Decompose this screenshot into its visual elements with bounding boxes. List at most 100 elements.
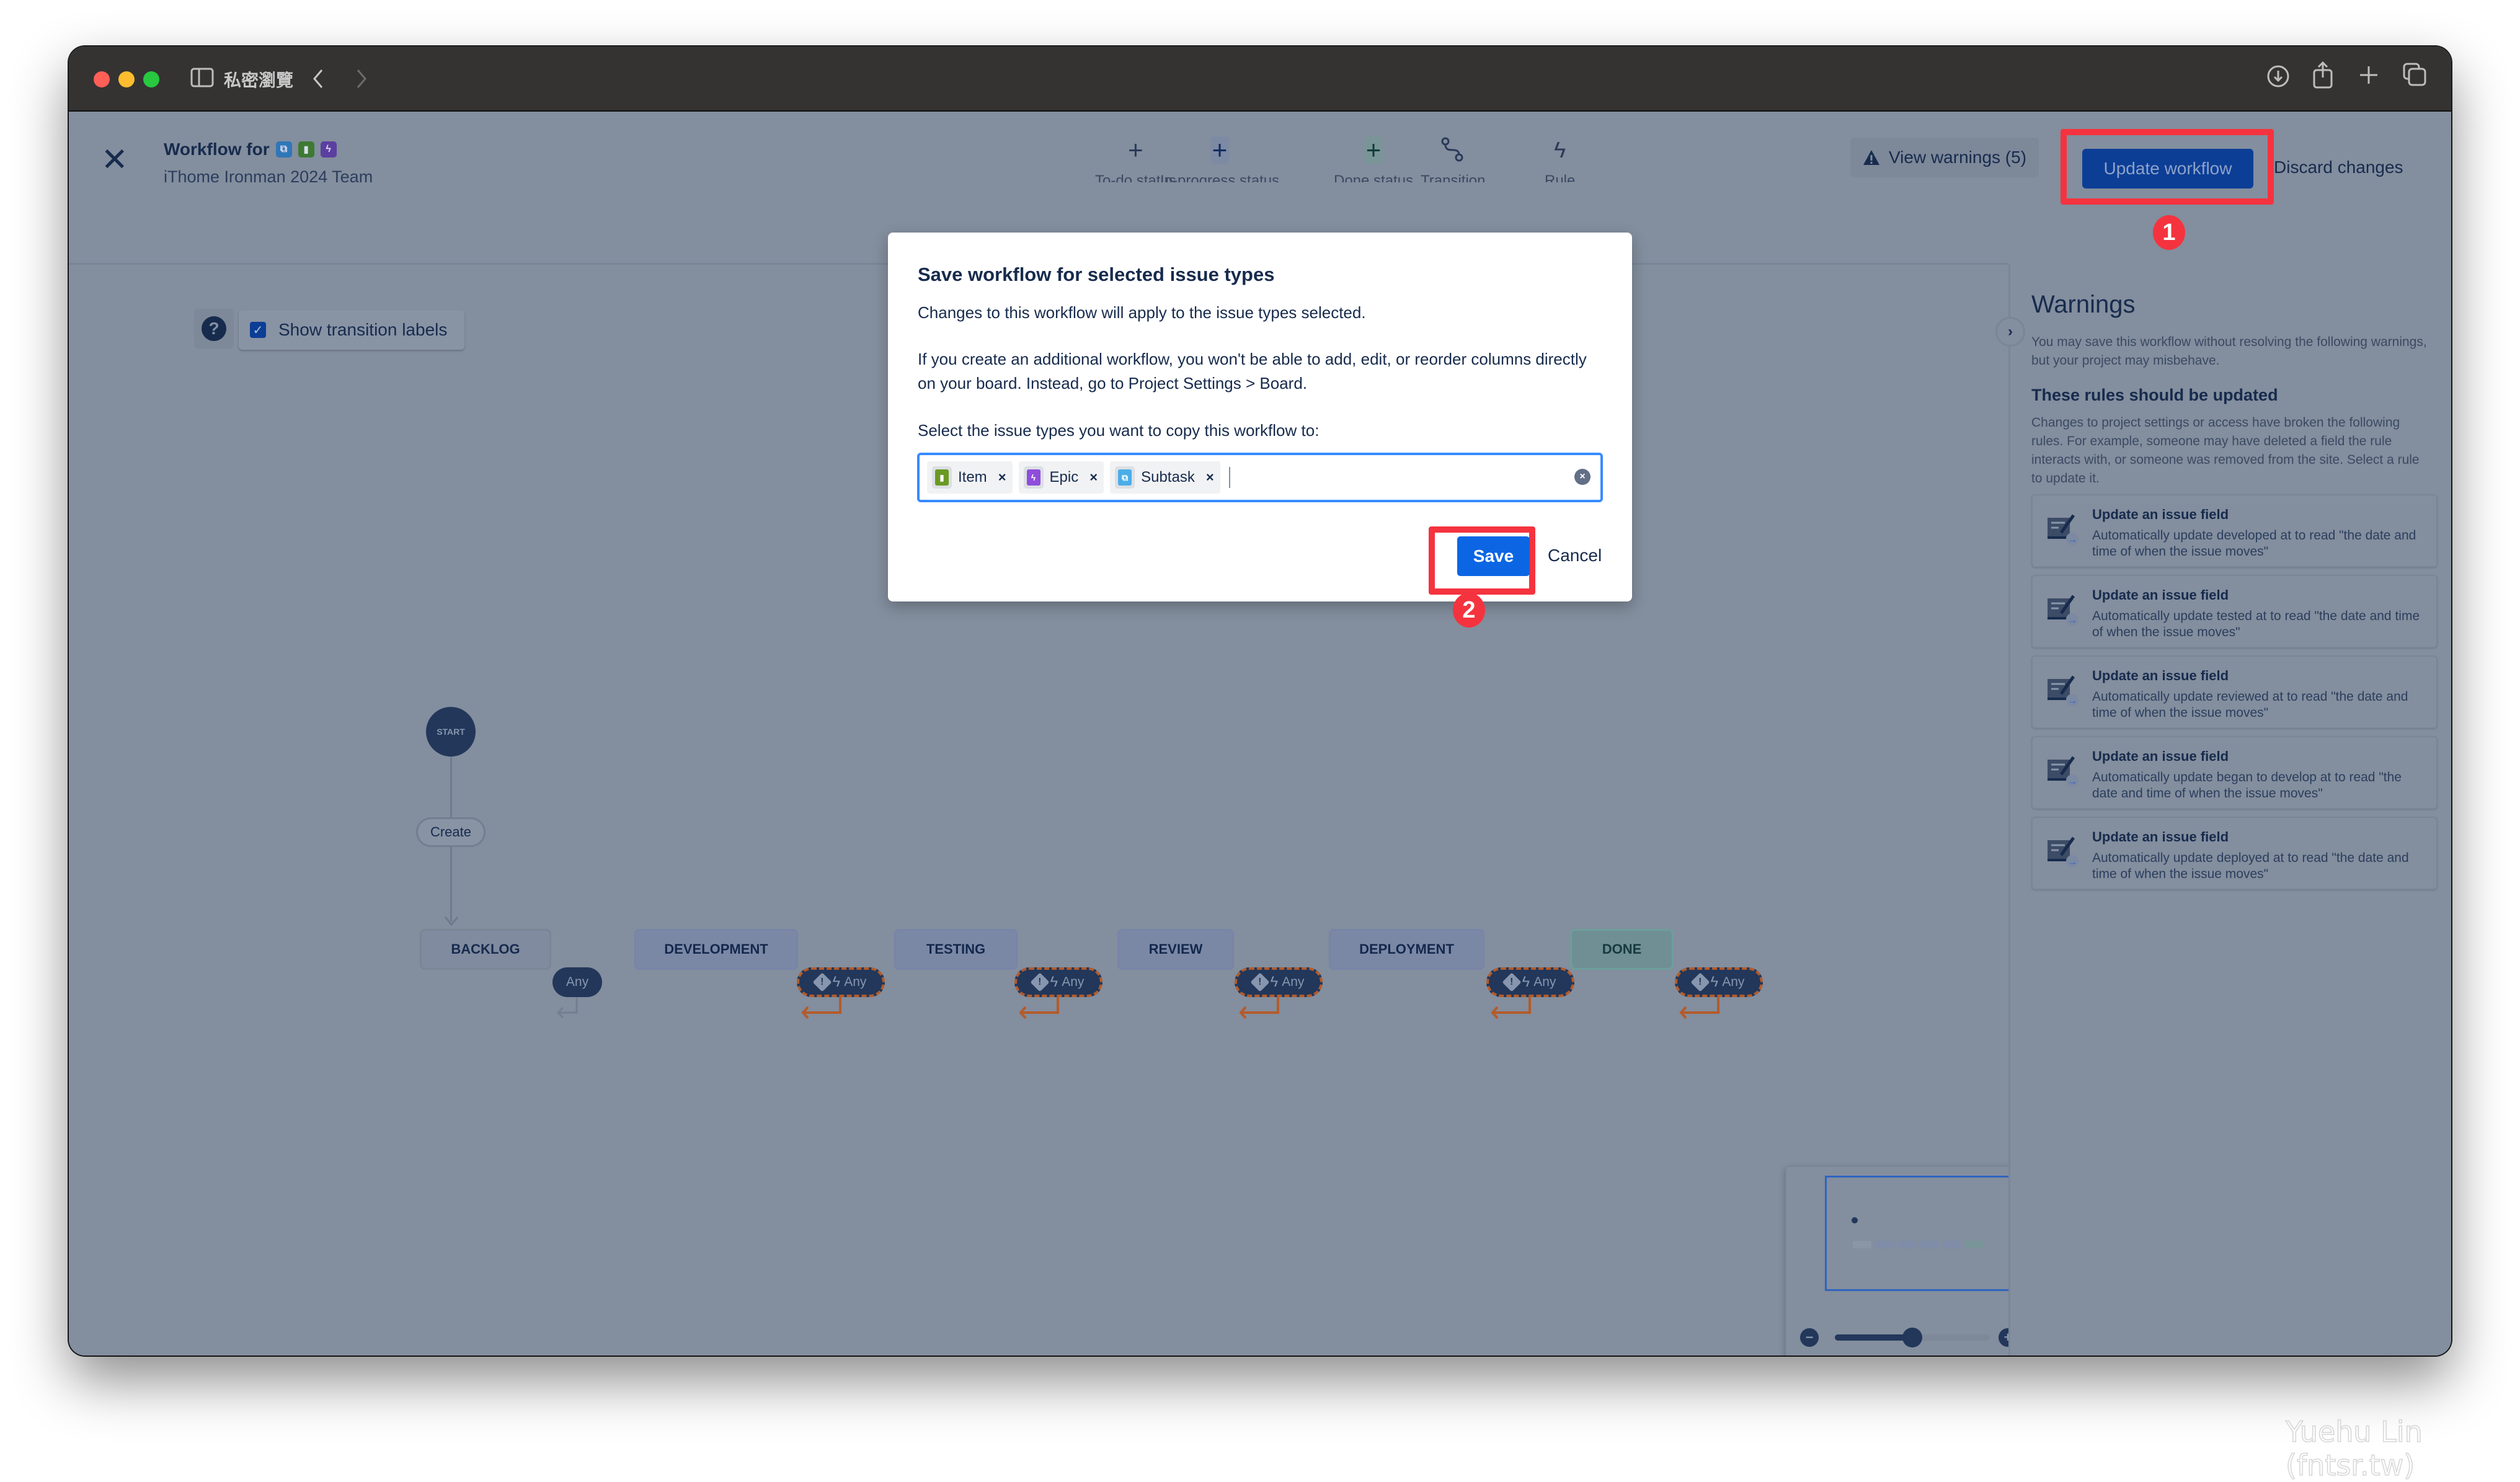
status-deployment[interactable]: DEPLOYMENT — [1329, 929, 1484, 970]
toolbar-label: Transition — [1421, 172, 1486, 182]
bolt-icon: ϟ — [1554, 137, 1566, 162]
create-transition[interactable]: Create — [416, 817, 486, 847]
browser-titlebar: 私密瀏覽 — [69, 47, 2451, 112]
annotation-step-2: 2 — [1453, 593, 1485, 628]
tag-label: Subtask — [1141, 469, 1195, 486]
start-node[interactable]: START — [426, 707, 476, 757]
return-arrow-icon — [1679, 997, 1719, 1019]
save-button[interactable]: Save — [1457, 536, 1530, 576]
browser-window-title: 私密瀏覽 — [224, 70, 294, 91]
view-warnings-button[interactable]: View warnings (5) — [1850, 138, 2039, 177]
any-transition-development[interactable]: ! ϟ Any — [797, 967, 885, 997]
rule-card[interactable]: → Update an issue field Automatically up… — [2031, 817, 2438, 890]
svg-text:→: → — [2067, 776, 2077, 787]
warning-diamond-icon: ! — [812, 972, 832, 992]
minimize-window-button[interactable] — [118, 71, 135, 87]
remove-tag-icon[interactable]: × — [1089, 469, 1098, 486]
any-label: Any — [1722, 975, 1745, 989]
share-icon[interactable] — [2312, 61, 2335, 89]
remove-tag-icon[interactable]: × — [998, 469, 1006, 486]
bolt-icon: ϟ — [1050, 974, 1058, 990]
issue-types-select[interactable]: ▮ Item × ϟ Epic × ⧉ Subtask × × — [917, 453, 1603, 502]
subtask-icon: ⧉ — [275, 141, 292, 158]
rule-card[interactable]: → Update an issue field Automatically up… — [2031, 736, 2438, 809]
dialog-title: Save workflow for selected issue types — [918, 264, 1275, 285]
tab-overview-icon[interactable] — [2403, 63, 2428, 87]
rule-desc: Automatically update began to develop at… — [2092, 770, 2402, 801]
tag-label: Epic — [1049, 469, 1079, 486]
dialog-paragraph-3: Select the issue types you want to copy … — [918, 421, 1320, 440]
help-button[interactable]: ? — [194, 309, 234, 348]
clear-all-icon[interactable]: × — [1574, 469, 1591, 485]
zoom-slider-thumb[interactable] — [1902, 1328, 1922, 1347]
status-done[interactable]: DONE — [1570, 929, 1674, 970]
rule-desc: Automatically update tested at to read "… — [2092, 609, 2420, 639]
any-label: Any — [1062, 975, 1085, 989]
discard-changes-button[interactable]: Discard changes — [2274, 158, 2403, 177]
add-done-status-button[interactable]: + Done status — [1334, 136, 1413, 183]
svg-text:→: → — [2067, 857, 2077, 867]
zoom-slider-fill — [1835, 1334, 1912, 1341]
sidebar-icon[interactable] — [190, 68, 214, 87]
back-icon[interactable] — [312, 69, 324, 89]
any-transition-deployment[interactable]: ! ϟ Any — [1486, 967, 1574, 997]
any-transition-review[interactable]: ! ϟ Any — [1235, 967, 1323, 997]
checkbox-checked-icon[interactable]: ✓ — [250, 322, 266, 338]
zoom-out-icon[interactable]: − — [1800, 1328, 1819, 1347]
workflow-title: Workflow for ⧉ ▮ ϟ — [164, 140, 337, 159]
minimap-viewport[interactable] — [1825, 1176, 2012, 1291]
maximize-window-button[interactable] — [143, 71, 159, 87]
svg-text:→: → — [2067, 535, 2077, 545]
rule-card[interactable]: → Update an issue field Automatically up… — [2031, 655, 2438, 729]
minimap: − + — [1785, 1166, 2032, 1356]
any-transition-done[interactable]: ! ϟ Any — [1675, 967, 1763, 997]
any-transition-testing[interactable]: ! ϟ Any — [1014, 967, 1102, 997]
add-rule-button[interactable]: ϟ Rule — [1545, 136, 1575, 182]
cancel-button[interactable]: Cancel — [1548, 546, 1602, 566]
show-transition-labels-toggle[interactable]: ✓ Show transition labels — [239, 310, 464, 350]
rule-card[interactable]: → Update an issue field Automatically up… — [2031, 575, 2438, 648]
bolt-icon: ϟ — [1522, 974, 1530, 990]
update-field-rule-icon: → — [2048, 595, 2079, 626]
dialog-paragraph-1: Changes to this workflow will apply to t… — [918, 303, 1366, 322]
status-review[interactable]: REVIEW — [1117, 929, 1234, 970]
close-editor-icon[interactable]: ✕ — [101, 144, 128, 176]
any-transition-backlog[interactable]: Any — [552, 967, 602, 997]
dialog-paragraph-2: If you create an additional workflow, yo… — [918, 350, 1587, 393]
warnings-panel: › Warnings You may save this workflow wi… — [1995, 265, 2451, 1356]
new-tab-icon[interactable] — [2359, 65, 2379, 85]
warning-icon — [1863, 150, 1879, 165]
epic-icon: ϟ — [1023, 466, 1044, 489]
view-warnings-label: View warnings (5) — [1889, 148, 2027, 167]
zoom-slider[interactable] — [1835, 1328, 1990, 1347]
item-icon: ▮ — [298, 141, 314, 158]
minimap-start-dot — [1852, 1217, 1858, 1223]
add-inprogress-status-button[interactable]: + In-progress status — [1160, 136, 1279, 183]
collapse-panel-icon[interactable]: › — [1995, 317, 2025, 347]
rule-title: Update an issue field — [2092, 507, 2229, 522]
status-backlog[interactable]: BACKLOG — [420, 929, 551, 970]
svg-text:→: → — [2067, 696, 2077, 706]
item-icon: ▮ — [932, 466, 952, 489]
update-workflow-button[interactable]: Update workflow — [2082, 149, 2253, 189]
svg-text:→: → — [2067, 615, 2077, 626]
text-caret — [1228, 467, 1230, 488]
workflow-title-text: Workflow for — [164, 140, 270, 159]
plus-icon: + — [1128, 135, 1143, 164]
add-transition-button[interactable]: Transition — [1421, 136, 1485, 182]
return-arrow-icon — [801, 997, 841, 1019]
return-arrow-icon — [1239, 997, 1279, 1019]
rule-card[interactable]: → Update an issue field Automatically up… — [2031, 494, 2438, 567]
status-testing[interactable]: TESTING — [894, 929, 1018, 970]
annotation-step-1: 1 — [2153, 215, 2185, 250]
download-icon[interactable] — [2266, 64, 2291, 89]
subtask-icon: ⧉ — [1115, 466, 1135, 489]
bolt-icon: ϟ — [1270, 974, 1279, 990]
transition-icon — [1441, 137, 1463, 162]
rule-desc: Automatically update reviewed at to read… — [2092, 690, 2408, 720]
remove-tag-icon[interactable]: × — [1206, 469, 1214, 486]
close-window-button[interactable] — [94, 71, 110, 87]
rule-title: Update an issue field — [2092, 829, 2229, 845]
forward-icon[interactable] — [355, 69, 368, 89]
status-development[interactable]: DEVELOPMENT — [634, 929, 798, 970]
